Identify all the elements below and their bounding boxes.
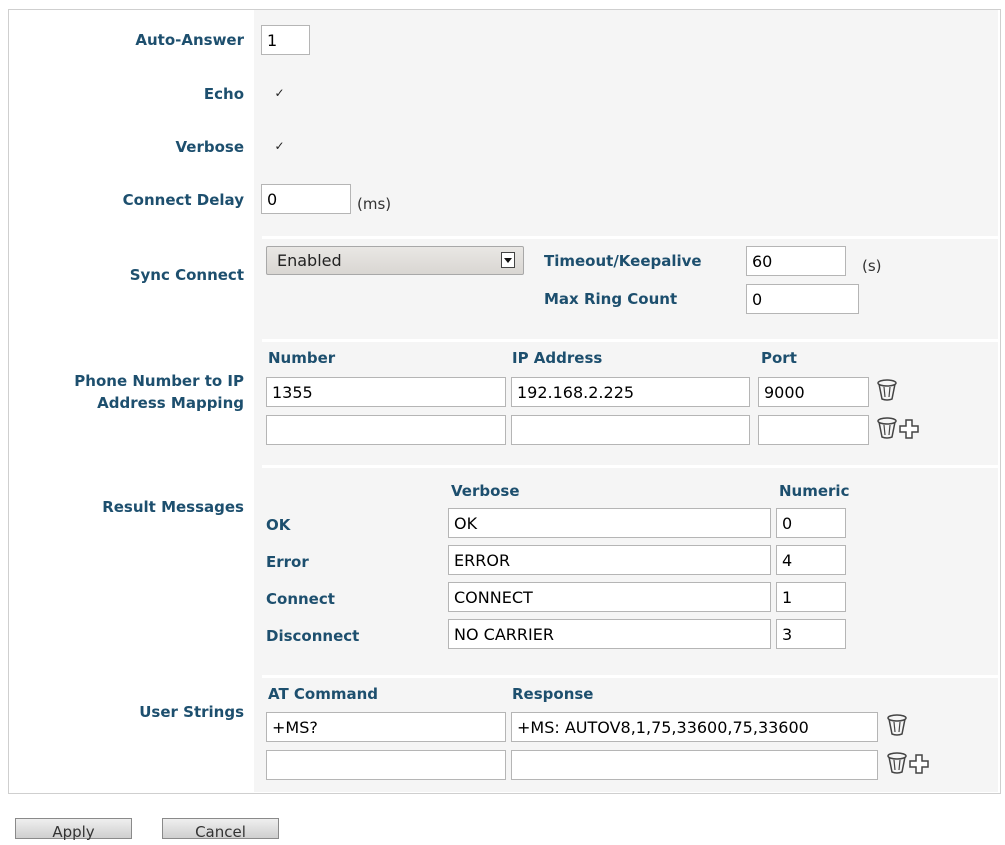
sync-connect-select[interactable]: Enabled [266, 246, 524, 275]
result-numeric-input[interactable] [776, 508, 846, 538]
phone-number-input[interactable] [266, 377, 506, 407]
port-column-header: Port [761, 349, 797, 367]
auto-answer-label: Auto-Answer [135, 31, 244, 49]
separator [262, 339, 998, 342]
trash-icon[interactable] [886, 751, 908, 775]
numeric-column-header: Numeric [779, 482, 850, 500]
trash-icon[interactable] [876, 416, 898, 440]
timeout-unit: (s) [862, 257, 882, 275]
result-verbose-input[interactable] [448, 545, 771, 575]
separator [262, 465, 998, 468]
phone-mapping-label-line1: Phone Number to IP [74, 372, 244, 390]
sync-connect-selected: Enabled [277, 251, 342, 270]
auto-answer-input[interactable] [261, 25, 310, 55]
result-messages-label: Result Messages [102, 498, 244, 516]
ip-address-column-header: IP Address [512, 349, 603, 367]
max-ring-count-label: Max Ring Count [544, 290, 678, 308]
trash-icon[interactable] [876, 378, 898, 402]
max-ring-count-input[interactable] [746, 284, 859, 314]
separator [262, 675, 998, 678]
result-verbose-input[interactable] [448, 508, 771, 538]
user-strings-label: User Strings [139, 703, 244, 721]
plus-icon[interactable] [908, 752, 930, 776]
verbose-column-header: Verbose [451, 482, 520, 500]
result-numeric-input[interactable] [776, 619, 846, 649]
port-input[interactable] [758, 377, 869, 407]
port-input[interactable] [758, 415, 869, 445]
response-input[interactable] [511, 750, 878, 780]
at-command-column-header: AT Command [268, 685, 379, 703]
ip-address-input[interactable] [511, 377, 750, 407]
verbose-label: Verbose [175, 138, 244, 156]
result-name-connect: Connect [266, 590, 335, 608]
timeout-keepalive-label: Timeout/Keepalive [544, 252, 702, 270]
at-command-input[interactable] [266, 750, 506, 780]
connect-delay-label: Connect Delay [122, 191, 244, 209]
sync-connect-label: Sync Connect [129, 266, 244, 284]
result-numeric-input[interactable] [776, 545, 846, 575]
result-name-ok: OK [266, 516, 291, 534]
echo-checkbox[interactable]: ✓ [273, 87, 286, 100]
result-name-error: Error [266, 553, 309, 571]
verbose-checkbox[interactable]: ✓ [273, 140, 286, 153]
number-column-header: Number [268, 349, 336, 367]
apply-button[interactable]: Apply [15, 818, 132, 841]
at-command-input[interactable] [266, 712, 506, 742]
result-numeric-input[interactable] [776, 582, 846, 612]
result-verbose-input[interactable] [448, 582, 771, 612]
timeout-keepalive-input[interactable] [746, 246, 846, 276]
cancel-button[interactable]: Cancel [162, 818, 279, 841]
response-column-header: Response [512, 685, 594, 703]
plus-icon[interactable] [898, 417, 920, 441]
chevron-down-icon [501, 252, 515, 268]
result-name-disconnect: Disconnect [266, 627, 360, 645]
connect-delay-input[interactable] [261, 184, 351, 214]
phone-number-input[interactable] [266, 415, 506, 445]
connect-delay-unit: (ms) [357, 195, 392, 213]
response-input[interactable] [511, 712, 878, 742]
result-verbose-input[interactable] [448, 619, 771, 649]
phone-mapping-label-line2: Address Mapping [97, 394, 244, 412]
separator [262, 236, 998, 239]
ip-address-input[interactable] [511, 415, 750, 445]
echo-label: Echo [203, 85, 244, 103]
trash-icon[interactable] [886, 713, 908, 737]
